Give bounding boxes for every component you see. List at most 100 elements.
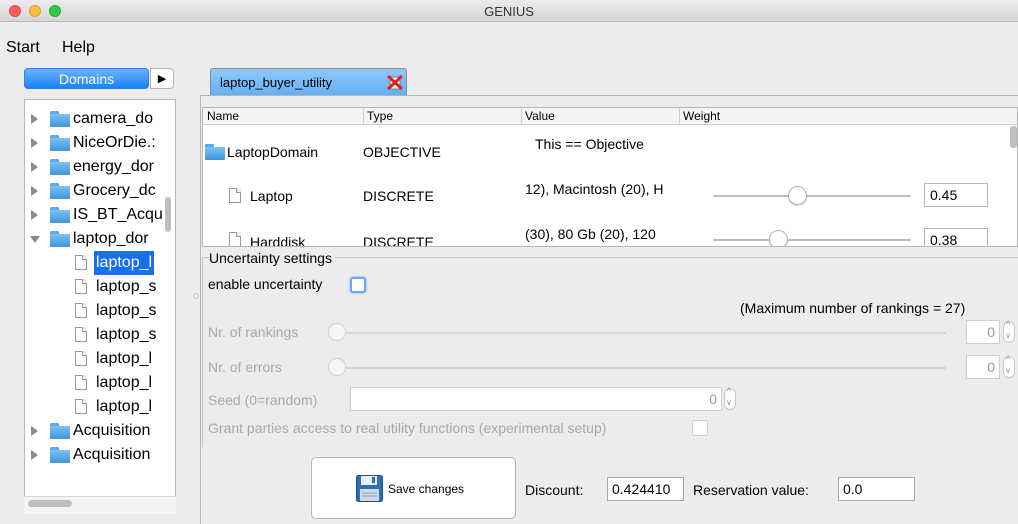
errors-label: Nr. of errors (208, 359, 282, 375)
tree-item-file[interactable]: laptop_l (25, 371, 175, 395)
column-header-value[interactable]: Value (525, 109, 555, 123)
title-bar: GENIUS (0, 0, 1018, 22)
errors-slider-knob[interactable] (328, 358, 346, 376)
expand-arrow-icon[interactable] (31, 450, 38, 460)
tree-item-folder[interactable]: Acquisition (25, 443, 175, 467)
tree-item-label: laptop_l (96, 374, 153, 391)
rankings-label: Nr. of rankings (208, 324, 299, 340)
row-type: DISCRETE (363, 234, 434, 247)
tree-item-label: Acquisition (73, 422, 151, 439)
tree-item-folder[interactable]: IS_BT_Acqu (25, 203, 175, 227)
column-header-weight[interactable]: Weight (683, 109, 720, 123)
folder-icon (50, 207, 70, 223)
folder-icon (50, 135, 70, 151)
file-icon (229, 232, 241, 246)
seed-stepper[interactable] (724, 386, 736, 410)
weight-slider-knob[interactable] (769, 230, 788, 246)
enable-uncertainty-checkbox[interactable] (350, 277, 366, 293)
uncertainty-settings-title: Uncertainty settings (209, 250, 335, 266)
collapse-arrow-icon[interactable] (30, 236, 40, 243)
menu-help[interactable]: Help (62, 39, 95, 57)
row-name: LaptopDomain (227, 144, 319, 160)
folder-icon (50, 183, 70, 199)
folder-icon (50, 447, 70, 463)
tree-item-label: Grocery_dc (73, 182, 156, 199)
reservation-value-label: Reservation value: (693, 482, 809, 498)
tree-item-file[interactable]: laptop_l (25, 347, 175, 371)
grant-access-checkbox[interactable] (692, 420, 708, 436)
column-header-name[interactable]: Name (207, 109, 239, 123)
weight-slider-track[interactable] (713, 195, 911, 197)
expand-arrow-icon[interactable] (31, 210, 38, 220)
tree-item-file[interactable]: laptop_s (25, 299, 175, 323)
tree-item-folder[interactable]: laptop_dor (25, 227, 175, 251)
tree-horizontal-scrollbar[interactable] (28, 500, 72, 507)
tree-item-folder[interactable]: Acquisition (25, 419, 175, 443)
menu-bar (0, 22, 1018, 60)
close-tab-icon[interactable] (387, 75, 403, 90)
tree-item-label: laptop_l (96, 398, 153, 415)
rankings-slider-knob[interactable] (328, 323, 346, 341)
file-icon (75, 303, 87, 318)
tree-item-label: IS_BT_Acqu (73, 206, 163, 223)
expand-arrow-icon[interactable] (31, 186, 38, 196)
expand-arrow-icon[interactable] (31, 138, 38, 148)
errors-field[interactable]: 0 (966, 355, 1000, 379)
row-name: Harddisk (250, 234, 306, 247)
expand-arrow-icon[interactable] (31, 426, 38, 436)
tree-item-label: laptop_s (96, 326, 157, 343)
weight-slider-knob[interactable] (788, 186, 807, 205)
discount-field[interactable]: 0.424410 (607, 477, 684, 501)
tree-item-folder[interactable]: camera_do (25, 107, 175, 131)
tree-item-folder[interactable]: energy_dor (25, 155, 175, 179)
window-title: GENIUS (484, 4, 534, 19)
expand-arrow-icon[interactable] (31, 114, 38, 124)
column-header-type[interactable]: Type (367, 109, 393, 123)
menu-start[interactable]: Start (6, 39, 40, 57)
save-changes-button[interactable]: Save changes (311, 457, 516, 519)
weight-field[interactable]: 0.38 (924, 228, 988, 246)
table-vertical-scrollbar[interactable] (1010, 126, 1017, 148)
tree-vertical-scrollbar[interactable] (165, 197, 171, 232)
genius-window: GENIUS Start Help Domains ▶ camera_do Ni… (0, 0, 1018, 524)
file-icon (75, 279, 87, 294)
domains-tree[interactable]: camera_do NiceOrDie.: energy_dor Grocery… (24, 99, 176, 514)
tree-item-folder[interactable]: Grocery_dc (25, 179, 175, 203)
tree-item-file[interactable]: laptop_s (25, 323, 175, 347)
reservation-value-field[interactable]: 0.0 (838, 477, 915, 501)
tree-item-label: laptop_s (96, 302, 157, 319)
tree-item-label: laptop_s (96, 278, 157, 295)
folder-icon (50, 159, 70, 175)
row-type: DISCRETE (363, 188, 434, 204)
file-icon (75, 255, 87, 270)
seed-label: Seed (0=random) (208, 392, 318, 408)
splitter-handle[interactable] (193, 293, 199, 299)
rankings-stepper[interactable] (1003, 319, 1015, 343)
floppy-disk-icon (356, 475, 383, 502)
tree-item-file[interactable]: laptop_s (25, 275, 175, 299)
domains-button[interactable]: Domains (24, 68, 149, 89)
file-icon (75, 399, 87, 414)
tree-item-label: laptop_l (96, 350, 153, 367)
weight-field[interactable]: 0.45 (924, 183, 988, 207)
objectives-table[interactable]: Name Type Value Weight LaptopDomain OBJE… (202, 107, 1018, 247)
tree-item-file-selected[interactable]: laptop_l (25, 251, 175, 275)
weight-slider-track[interactable] (713, 239, 911, 241)
tree-item-file[interactable]: laptop_l (25, 395, 175, 419)
errors-slider-track[interactable] (336, 367, 946, 369)
tree-item-label: laptop_l (94, 251, 155, 275)
expand-arrow-icon[interactable] (31, 162, 38, 172)
row-value: 12), Macintosh (20), H (525, 181, 664, 197)
tree-item-label: NiceOrDie.: (73, 134, 156, 151)
rankings-slider-track[interactable] (336, 332, 946, 334)
domains-menu-arrow-button[interactable]: ▶ (150, 68, 174, 89)
tab-laptop-buyer-utility[interactable]: laptop_buyer_utility (210, 68, 407, 95)
file-icon (75, 351, 87, 366)
row-value: This == Objective (535, 136, 644, 152)
rankings-field[interactable]: 0 (966, 320, 1000, 344)
file-icon (75, 327, 87, 342)
tree-item-folder[interactable]: NiceOrDie.: (25, 131, 175, 155)
seed-field[interactable]: 0 (350, 387, 722, 411)
errors-stepper[interactable] (1003, 354, 1015, 378)
file-icon (75, 375, 87, 390)
